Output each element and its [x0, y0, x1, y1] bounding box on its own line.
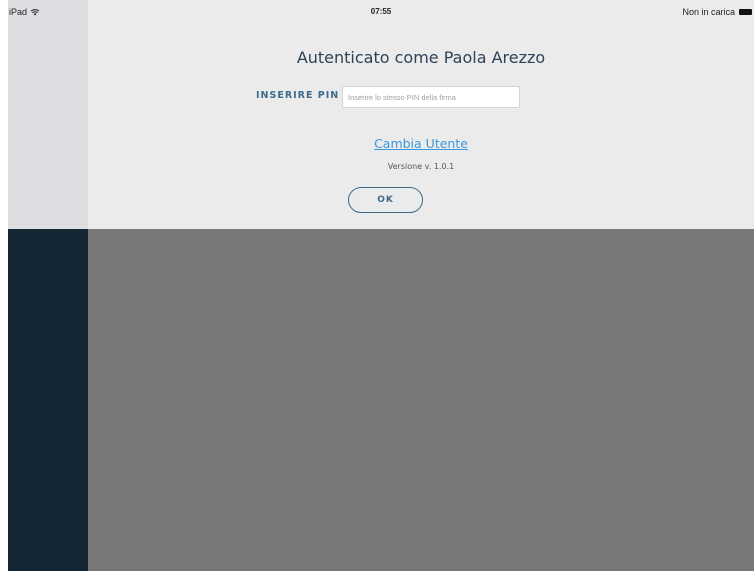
- status-time: 07:55: [370, 7, 392, 16]
- status-bar: iPad 07:55 Non in carica: [8, 0, 754, 20]
- ok-button[interactable]: OK: [348, 187, 423, 213]
- pin-row: INSERIRE PIN: [88, 86, 754, 108]
- version-text: Versione v. 1.0.1: [387, 162, 455, 171]
- page-title: Autenticato come Paola Arezzo: [296, 48, 546, 67]
- pin-input[interactable]: [342, 86, 520, 108]
- battery-status-text: Non in carica: [682, 7, 735, 17]
- pin-label: INSERIRE PIN: [256, 90, 340, 101]
- dimmed-overlay[interactable]: [88, 229, 754, 571]
- change-user-link[interactable]: Cambia Utente: [88, 136, 754, 151]
- login-panel: Autenticato come Paola Arezzo INSERIRE P…: [88, 0, 754, 229]
- battery-icon: [739, 9, 752, 15]
- app-screen: Autenticato come Paola Arezzo INSERIRE P…: [0, 0, 754, 571]
- sidebar-dark: [8, 229, 88, 571]
- status-right: Non in carica: [682, 7, 752, 17]
- sidebar-top: [8, 0, 88, 229]
